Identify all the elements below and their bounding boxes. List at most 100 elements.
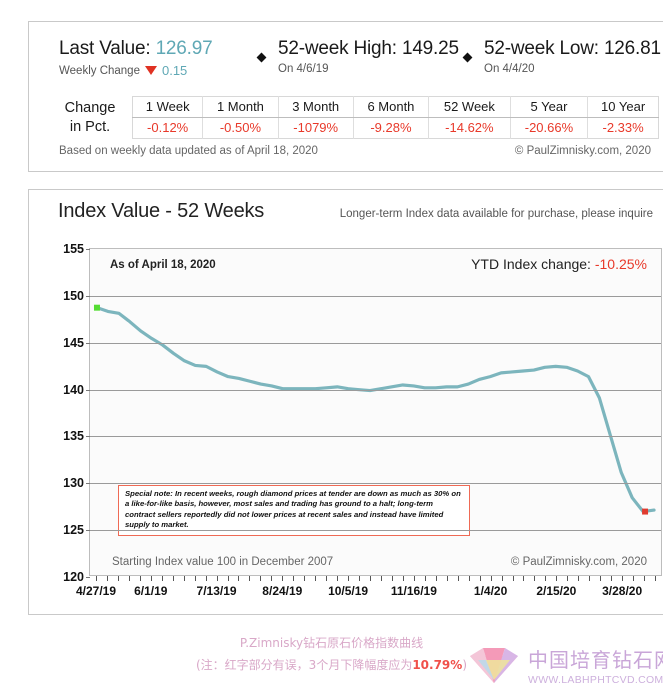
change-header-cell: 1 Week xyxy=(132,96,204,118)
gridline xyxy=(90,436,661,438)
x-axis-tick-label: 7/13/19 xyxy=(196,584,237,598)
change-header-cell: 6 Month xyxy=(353,96,430,118)
y-axis-tick-mark xyxy=(86,295,90,297)
gridline xyxy=(90,295,661,297)
gridline xyxy=(90,483,661,485)
y-axis-tick-label: 125 xyxy=(63,523,84,538)
x-axis-tick-mark xyxy=(512,576,514,581)
x-axis-tick-label: 6/1/19 xyxy=(134,584,168,598)
x-axis-tick-mark xyxy=(413,576,415,581)
last-value-line: Last Value: 126.97 xyxy=(59,38,213,60)
x-axis-tick-mark xyxy=(293,576,295,581)
y-axis-tick-mark xyxy=(86,342,90,344)
y-axis-tick-label: 135 xyxy=(63,429,84,444)
change-value-cell: -9.28% xyxy=(353,117,430,139)
y-axis-tick-label: 140 xyxy=(63,382,84,397)
change-in-pct-section: Change in Pct. 1 Week 1 Month 3 Month 6 Mon… xyxy=(29,96,663,144)
x-axis-tick-mark xyxy=(468,576,470,581)
change-value-cell: -20.66% xyxy=(510,117,589,139)
x-axis-tick-mark xyxy=(304,576,306,581)
y-axis-tick-mark xyxy=(86,389,90,391)
change-label-line2: in Pct. xyxy=(69,119,111,135)
x-axis-tick-mark xyxy=(271,576,273,581)
ytd-change-label: YTD Index change: -10.25% xyxy=(471,256,647,272)
x-axis-tick-mark xyxy=(117,576,119,581)
high-label: 52-week High: xyxy=(278,38,397,59)
as-of-date-label: As of April 18, 2020 xyxy=(110,259,216,271)
low-label: 52-week Low: xyxy=(484,38,599,59)
gridline xyxy=(90,530,661,532)
x-axis-tick-mark xyxy=(446,576,448,581)
change-header-cell: 3 Month xyxy=(278,96,354,118)
site-watermark-logo: 中国培育钻石网 WWW.LABHPHTCVD.COM xyxy=(466,644,663,686)
x-axis-tick-mark xyxy=(96,576,97,581)
x-axis-tick-label: 4/27/19 xyxy=(75,584,117,598)
high-number: 149.25 xyxy=(401,38,459,59)
last-value-label: Last Value: xyxy=(59,38,151,59)
caption-corrected-value: 10.79% xyxy=(412,658,463,672)
x-axis-tick-mark xyxy=(172,576,174,581)
x-axis-tick-mark xyxy=(611,576,613,581)
x-axis-tick-mark xyxy=(402,576,404,581)
x-axis-tick-mark xyxy=(282,576,284,581)
x-axis-tick-mark xyxy=(139,576,141,581)
change-value-cell: -2.33% xyxy=(602,120,644,135)
diamond-separator-icon xyxy=(256,52,267,63)
high-value-line: 52-week High: 149.25 xyxy=(278,38,459,60)
chart-footer-right: © PaulZimnisky.com, 2020 xyxy=(510,556,647,568)
low-number: 126.81 xyxy=(603,38,661,59)
x-axis-tick-label: 10/5/19 xyxy=(328,584,369,598)
x-axis-tick-mark xyxy=(194,576,196,581)
chart-card: Index Value - 52 Weeks Longer-term Index… xyxy=(28,189,663,615)
x-axis-tick-mark xyxy=(348,576,350,581)
high-date: On 4/6/19 xyxy=(278,63,329,75)
summary-footer-left: Based on weekly data updated as of April… xyxy=(59,145,318,157)
change-value-cell: -0.12% xyxy=(132,117,204,139)
x-axis-tick-mark xyxy=(424,576,426,581)
x-axis-tick-label: 11/16/19 xyxy=(390,584,437,598)
x-axis-tick-mark xyxy=(260,576,262,581)
x-axis-tick-mark xyxy=(622,576,624,581)
x-axis-labels: 4/27/19 6/1/19 7/13/19 8/24/19 10/5/19 11/16/… xyxy=(76,584,662,602)
table-value-row: -0.12% -0.50% -1079% -9.28% -14.62% -20.66% -2… xyxy=(132,117,659,139)
special-note-box: Special note: In recent weeks, rough dia… xyxy=(118,485,470,536)
change-header-cell: 10 Year xyxy=(587,96,659,118)
x-axis-tick-mark xyxy=(150,576,152,581)
x-axis-tick-mark xyxy=(380,576,382,581)
fifty-two-week-high-block: 52-week High: 149.25 On 4/6/19 xyxy=(278,38,459,75)
x-axis-tick-mark xyxy=(106,576,108,581)
chart-purchase-note: Longer-term Index data available for pur… xyxy=(339,208,653,220)
y-axis-tick-label: 130 xyxy=(63,476,84,491)
x-axis-tick-label: 8/24/19 xyxy=(262,584,303,598)
gridline xyxy=(90,389,661,391)
x-axis-tick-mark xyxy=(534,576,536,581)
change-value-cell: -1079% xyxy=(278,117,354,139)
diamond-logo-icon xyxy=(470,648,518,683)
y-axis-tick-mark xyxy=(86,483,90,485)
summary-card: Last Value: 126.97 Weekly Change 0.15 52… xyxy=(28,21,663,172)
diamond-separator-icon-2 xyxy=(462,52,473,63)
x-axis-tick-mark xyxy=(238,576,240,581)
x-axis-tick-mark xyxy=(457,576,459,581)
weekly-change-line: Weekly Change 0.15 xyxy=(59,63,212,78)
chart-plot-area: As of April 18, 2020 YTD Index change: -… xyxy=(63,242,662,584)
y-axis-tick-mark xyxy=(86,530,90,532)
change-header-cell: 1 Month xyxy=(202,96,279,118)
x-axis-tick-mark xyxy=(161,576,163,581)
ytd-value: -10.25% xyxy=(594,256,647,272)
x-axis-tick-mark xyxy=(183,576,185,581)
summary-footer-right: © PaulZimnisky.com, 2020 xyxy=(514,145,651,157)
x-axis-tick-mark xyxy=(501,576,503,581)
x-axis-tick-label: 3/28/20 xyxy=(602,584,643,598)
weekly-change-label: Weekly Change xyxy=(59,64,140,77)
end-point-marker xyxy=(642,508,649,515)
x-axis-tick-mark xyxy=(633,576,635,581)
x-axis-tick-mark xyxy=(435,576,437,581)
x-axis-tick-mark xyxy=(567,576,569,581)
x-axis-tick-mark xyxy=(556,576,558,581)
index-value-line xyxy=(95,306,656,514)
summary-stats-row: Last Value: 126.97 Weekly Change 0.15 52… xyxy=(29,22,663,92)
x-axis-tick-mark xyxy=(227,576,229,581)
triangle-down-icon xyxy=(144,66,157,75)
change-value-cell: -0.50% xyxy=(202,117,279,139)
